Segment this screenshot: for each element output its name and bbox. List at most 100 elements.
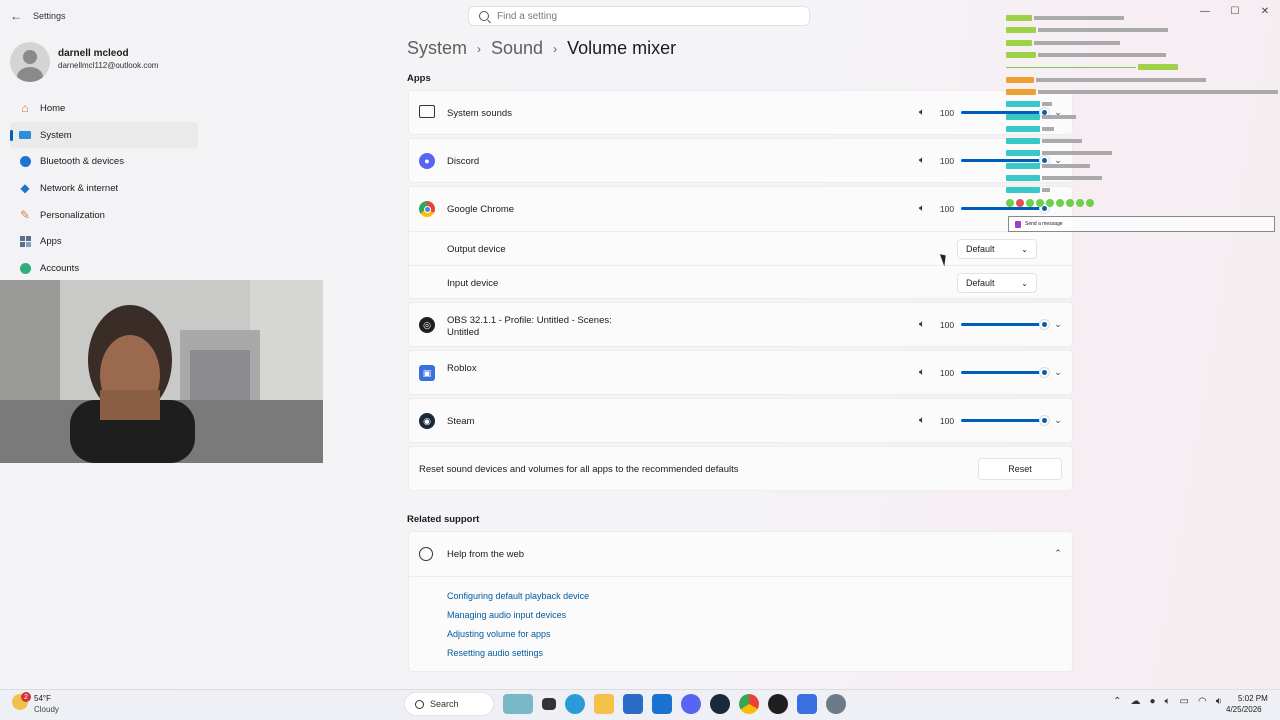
help-from-web-card: Help from the web ⌃ Configuring default … [408,531,1073,672]
sidebar-item-home[interactable]: ⌂ Home [10,95,198,122]
sidebar-item-network[interactable]: ◆ Network & internet [10,175,198,202]
volume-value: 100 [939,203,955,214]
discord-taskbar-icon[interactable] [681,694,701,714]
volume-slider[interactable] [961,415,1050,426]
chat-message [1006,135,1280,147]
breadcrumb-system[interactable]: System [407,38,467,59]
volume-value: 100 [939,319,955,330]
speaker-icon[interactable]: 🔈︎ [1165,696,1171,707]
slider-thumb[interactable] [1039,319,1050,330]
taskbar-apps: Search [378,692,846,716]
sidebar-item-system[interactable]: System [10,121,198,149]
discord-icon: ● [419,153,435,169]
input-device-dropdown[interactable]: Default ⌄ [957,273,1037,293]
app-row-steam: ◉ Steam 🔈︎ 100 ⌄ [408,398,1073,443]
clock-date[interactable]: 4/25/2026 [1226,705,1262,714]
steam-icon: ◉ [419,413,435,429]
volume-value: 100 [939,107,955,118]
help-link[interactable]: Configuring default playback device [447,591,589,601]
volume-value: 100 [939,155,955,166]
task-view-icon[interactable] [542,698,556,710]
file-explorer-icon[interactable] [594,694,614,714]
chat-input[interactable]: Send a message [1008,216,1275,232]
wifi-icon[interactable]: ◠ [1198,696,1207,707]
cloud-icon[interactable]: ☁ [1130,696,1140,707]
chevron-down-icon[interactable]: ⌄ [1052,415,1064,426]
webcam-overlay [0,280,323,463]
help-link[interactable]: Managing audio input devices [447,610,566,620]
sidebar-item-accounts[interactable]: Accounts [10,255,198,282]
microphone-icon[interactable]: ● [1149,696,1155,707]
help-link[interactable]: Adjusting volume for apps [447,629,551,639]
sidebar-item-personalization[interactable]: ✎ Personalization [10,202,198,229]
speaker-icon[interactable]: 🔈︎ [919,319,933,330]
search-icon [479,11,489,21]
breadcrumb-sound[interactable]: Sound [491,38,543,59]
sidebar-item-label: Home [40,102,66,114]
taskbar-search[interactable]: Search [404,692,494,716]
apps-section-label: Apps [407,73,431,84]
app-name: Steam [447,416,475,427]
chevron-up-icon[interactable]: ⌃ [1052,548,1064,559]
slider-thumb[interactable] [1039,415,1050,426]
chat-message [1006,37,1280,49]
roblox-icon: ▣ [419,365,435,381]
chevron-down-icon[interactable]: ⌄ [1052,367,1064,378]
help-link[interactable]: Resetting audio settings [447,648,543,658]
page-title: Volume mixer [567,38,677,58]
settings-taskbar-icon[interactable] [826,694,846,714]
volume-slider[interactable] [961,367,1050,378]
chat-message [1006,172,1280,184]
monitor-icon [419,105,435,118]
brush-icon: ✎ [19,208,31,223]
settings-search-input[interactable]: Find a setting [468,6,810,26]
display-icon[interactable]: ▭ [1180,696,1189,707]
stream-chat-overlay [1006,12,1280,237]
speaker-icon[interactable]: 🔈︎ [919,203,933,214]
copilot-icon[interactable] [503,694,533,714]
webcam-image [0,280,323,463]
chat-message [1006,184,1280,196]
globe-icon [419,547,433,561]
steam-taskbar-icon[interactable] [710,694,730,714]
dropdown-value: Default [966,278,995,288]
windows-start-icon[interactable] [378,696,395,713]
output-device-dropdown[interactable]: Default ⌄ [957,239,1037,259]
sidebar-item-label: System [40,129,72,141]
outlook-icon[interactable] [652,694,672,714]
store-icon[interactable] [623,694,643,714]
reset-button[interactable]: Reset [978,458,1062,480]
chevron-down-icon[interactable]: ⌄ [1052,319,1064,330]
chevron-right-icon: › [477,41,482,56]
help-title: Help from the web [447,549,525,560]
clock-time[interactable]: 5:02 PM [1238,694,1268,703]
back-arrow-icon[interactable]: ← [8,8,24,24]
volume-value: 100 [939,367,955,378]
output-device-label: Output device [447,244,506,255]
sidebar-item-bluetooth[interactable]: Bluetooth & devices [10,148,198,175]
notification-badge: 2 [21,692,31,702]
chat-message [1006,24,1280,36]
obs-taskbar-icon[interactable] [768,694,788,714]
roblox-taskbar-icon[interactable] [797,694,817,714]
volume-icon[interactable]: 🔉︎ [1216,696,1222,707]
speaker-icon[interactable]: 🔈︎ [919,107,933,118]
volume-value: 100 [939,415,955,426]
volume-slider[interactable] [961,319,1050,330]
sidebar-item-apps[interactable]: Apps [10,228,198,255]
edge-icon[interactable] [565,694,585,714]
weather-temperature[interactable]: 54°F [34,694,51,703]
chrome-taskbar-icon[interactable] [739,694,759,714]
chevron-up-icon[interactable]: ⌃ [1113,696,1121,707]
speaker-icon[interactable]: 🔈︎ [919,415,933,426]
speaker-icon[interactable]: 🔈︎ [919,367,933,378]
chat-message [1006,147,1280,159]
sidebar-item-label: Apps [40,236,62,248]
slider-thumb[interactable] [1039,367,1050,378]
dropdown-value: Default [966,244,995,254]
avatar[interactable] [10,42,50,82]
reset-description: Reset sound devices and volumes for all … [419,464,739,475]
related-support-label: Related support [407,514,480,525]
speaker-icon[interactable]: 🔈︎ [919,155,933,166]
breadcrumb: System › Sound › Volume mixer [407,38,676,59]
